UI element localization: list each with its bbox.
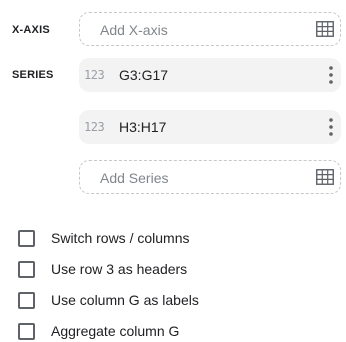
number-type-icon: 123 [84, 68, 105, 82]
number-type-icon: 123 [84, 120, 105, 134]
more-vert-icon[interactable] [329, 117, 333, 137]
xaxis-section-label: X-AXIS [12, 24, 50, 36]
add-xaxis-placeholder: Add X-axis [100, 22, 168, 38]
add-xaxis-field[interactable]: Add X-axis [79, 12, 341, 46]
series-section-label: SERIES [12, 69, 54, 81]
use-row-headers-checkbox[interactable] [18, 260, 35, 278]
switch-rows-columns-checkbox[interactable] [18, 229, 35, 247]
series-range: G3:G17 [119, 67, 169, 83]
use-column-labels-checkbox[interactable] [18, 291, 35, 309]
grid-icon[interactable] [316, 21, 334, 37]
checkbox-label: Use row 3 as headers [51, 261, 188, 277]
add-series-placeholder: Add Series [100, 170, 169, 186]
option-use-column-labels[interactable]: Use column G as labels [18, 290, 199, 310]
option-switch-rows-columns[interactable]: Switch rows / columns [18, 228, 189, 248]
option-use-row-headers[interactable]: Use row 3 as headers [18, 259, 187, 279]
aggregate-column-checkbox[interactable] [18, 322, 35, 340]
add-series-field[interactable]: Add Series [79, 160, 341, 194]
series-item-h[interactable]: 123 H3:H17 [79, 110, 341, 144]
checkbox-label: Use column G as labels [51, 292, 199, 308]
series-range: H3:H17 [119, 119, 167, 135]
grid-icon[interactable] [316, 169, 334, 185]
checkbox-label: Aggregate column G [51, 323, 180, 339]
checkbox-label: Switch rows / columns [51, 230, 190, 246]
more-vert-icon[interactable] [329, 65, 333, 85]
series-item-g[interactable]: 123 G3:G17 [79, 58, 341, 92]
option-aggregate-column[interactable]: Aggregate column G [18, 321, 179, 341]
